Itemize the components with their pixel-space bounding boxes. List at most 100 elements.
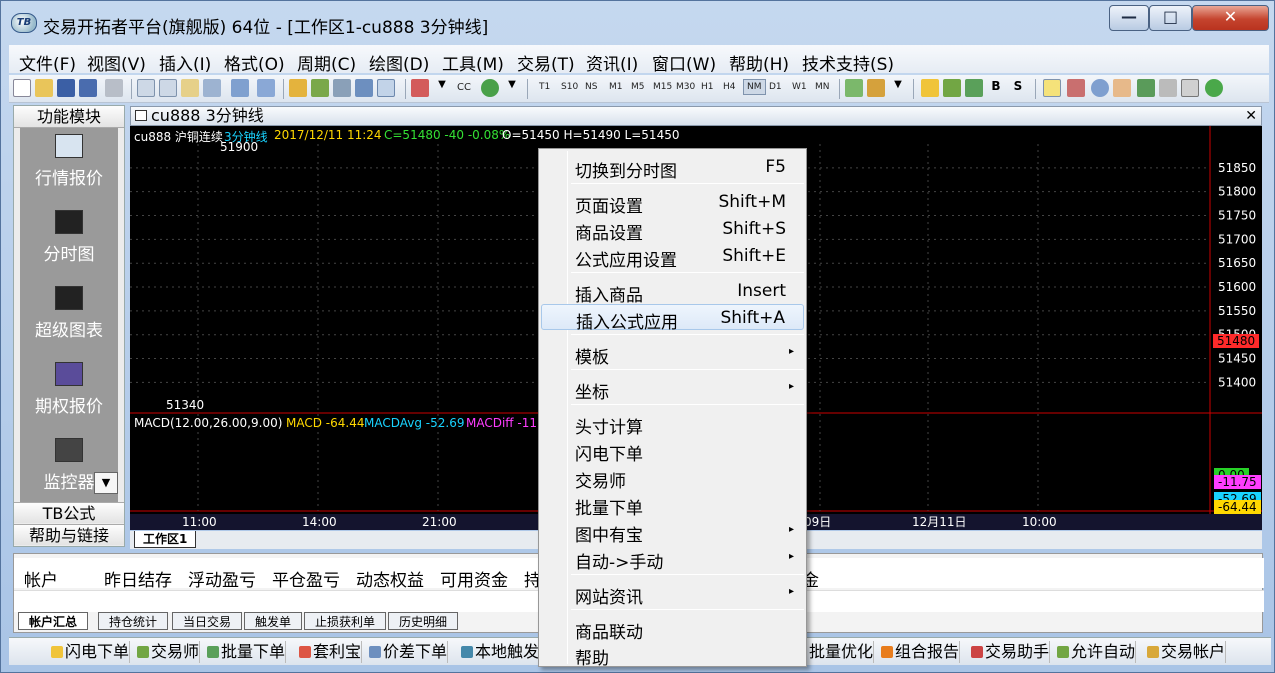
allow-auto-button[interactable]: 允许自动 [1055, 641, 1137, 663]
period-ns[interactable]: NS [585, 82, 597, 92]
crosshair-icon[interactable] [159, 79, 177, 97]
trader-button[interactable]: 交易师 [135, 641, 201, 663]
menu-item-page-setup[interactable]: 页面设置 Shift+M [541, 189, 804, 217]
remove-icon[interactable] [1159, 79, 1177, 97]
s-icon[interactable]: S [1009, 79, 1027, 97]
spread-order-button[interactable]: 价差下单 [367, 641, 449, 663]
tab-position-stats[interactable]: 持仓统计 [98, 612, 169, 630]
trader-icon[interactable] [943, 79, 961, 97]
trade-assistant-button[interactable]: 交易助手 [969, 641, 1051, 663]
menu-insert[interactable]: 插入(I) [159, 50, 211, 75]
period-m15[interactable]: M15 [653, 82, 672, 92]
menu-item-chart-treasure[interactable]: 图中有宝 ▸ [541, 518, 804, 546]
module-timeshare[interactable]: 分时图 [20, 210, 118, 265]
period-w1[interactable]: W1 [792, 82, 807, 92]
module-super-chart[interactable]: 超级图表 [20, 286, 118, 341]
tab-workspace-1[interactable]: 工作区1 [134, 531, 197, 548]
period-m1[interactable]: M1 [609, 82, 623, 92]
tb-formula-tab[interactable]: TB公式 [14, 502, 124, 523]
menu-tools[interactable]: 工具(M) [442, 50, 504, 75]
menu-item-axis[interactable]: 坐标 ▸ [541, 375, 804, 403]
pin-icon[interactable] [1137, 79, 1155, 97]
portfolio-report-button[interactable]: 组合报告 [879, 641, 961, 663]
indicator-dropdown-icon[interactable]: ▼ [503, 79, 521, 97]
period-s10[interactable]: S10 [561, 82, 578, 92]
minimize-button[interactable]: — [1109, 5, 1149, 31]
menu-item-insert-formula[interactable]: 插入公式应用 Shift+A [541, 304, 804, 333]
menu-item-template[interactable]: 模板 ▸ [541, 340, 804, 368]
menu-view[interactable]: 视图(V) [87, 50, 146, 75]
arbitrage-button[interactable]: 套利宝 [297, 641, 363, 663]
bold-b-icon[interactable]: B [987, 79, 1005, 97]
maximize-button[interactable]: □ [1149, 5, 1192, 31]
lock-icon[interactable] [289, 79, 307, 97]
layout-icon[interactable] [137, 79, 155, 97]
table-icon[interactable] [355, 79, 373, 97]
tab-history[interactable]: 历史明细 [388, 612, 459, 630]
trade-account-button[interactable]: 交易帐户 [1145, 641, 1227, 663]
hand-icon[interactable] [1113, 79, 1131, 97]
menu-item-auto-manual[interactable]: 自动->手动 ▸ [541, 545, 804, 573]
chart-type-dropdown-icon[interactable]: ▼ [433, 79, 451, 97]
tab-trigger-orders[interactable]: 触发单 [244, 612, 303, 630]
template-dropdown-icon[interactable]: ▼ [889, 79, 907, 97]
menu-item-symbol-setup[interactable]: 商品设置 Shift+S [541, 216, 804, 244]
menu-item-position-calc[interactable]: 头寸计算 [541, 410, 804, 438]
menu-support[interactable]: 技术支持(S) [802, 50, 894, 75]
menu-item-switch-timeshare[interactable]: 切换到分时图 F5 [541, 154, 804, 182]
trend-line-icon[interactable] [845, 79, 863, 97]
period-mn[interactable]: MN [815, 82, 830, 92]
module-dropdown-icon[interactable]: ▼ [94, 472, 118, 494]
box-icon[interactable] [1181, 79, 1199, 97]
save-all-icon[interactable] [79, 79, 97, 97]
menu-item-symbol-link[interactable]: 商品联动 [541, 615, 804, 643]
batch-order-button[interactable]: 批量下单 [205, 641, 287, 663]
module-option-quotes[interactable]: 期权报价 [20, 362, 118, 417]
refresh-icon[interactable] [1205, 79, 1223, 97]
period-nm[interactable]: NM [743, 79, 766, 95]
menu-info[interactable]: 资讯(I) [586, 50, 638, 75]
period-h4[interactable]: H4 [723, 82, 736, 92]
calculator-icon[interactable] [333, 79, 351, 97]
menu-item-batch-order[interactable]: 批量下单 [541, 491, 804, 519]
flash-order-button[interactable]: 闪电下单 [49, 641, 131, 663]
template-icon[interactable] [867, 79, 885, 97]
panel-icon[interactable] [377, 79, 395, 97]
chart-type-icon[interactable] [411, 79, 429, 97]
print-icon[interactable] [105, 79, 123, 97]
cc-button[interactable]: CC [457, 82, 471, 93]
menu-item-web-news[interactable]: 网站资讯 ▸ [541, 580, 804, 608]
user-icon[interactable] [311, 79, 329, 97]
period-h1[interactable]: H1 [701, 82, 714, 92]
period-t1[interactable]: T1 [539, 82, 550, 92]
lightning-icon[interactable] [921, 79, 939, 97]
tab-stop-orders[interactable]: 止损获利单 [304, 612, 387, 630]
menu-draw[interactable]: 绘图(D) [369, 50, 429, 75]
period-m5[interactable]: M5 [631, 82, 645, 92]
menu-item-trader[interactable]: 交易师 [541, 464, 804, 492]
export-icon[interactable] [257, 79, 275, 97]
cart-icon[interactable] [965, 79, 983, 97]
save-icon[interactable] [57, 79, 75, 97]
close-button[interactable]: ✕ [1192, 5, 1269, 31]
menu-window[interactable]: 窗口(W) [652, 50, 716, 75]
menu-item-insert-symbol[interactable]: 插入商品 Insert [541, 278, 804, 306]
help-links-tab[interactable]: 帮助与链接 [14, 524, 124, 545]
indicator-icon[interactable] [481, 79, 499, 97]
alert-icon[interactable] [1067, 79, 1085, 97]
menu-format[interactable]: 格式(O) [224, 50, 285, 75]
menu-item-flash-order[interactable]: 闪电下单 [541, 437, 804, 465]
period-d1[interactable]: D1 [769, 82, 782, 92]
tab-account-summary[interactable]: 帐户汇总 [18, 612, 89, 630]
menu-file[interactable]: 文件(F) [19, 50, 76, 75]
menu-item-help[interactable]: 帮助 [541, 641, 804, 669]
new-file-icon[interactable] [13, 79, 31, 97]
keyboard-icon[interactable] [203, 79, 221, 97]
open-folder-icon[interactable] [35, 79, 53, 97]
window-icon[interactable] [231, 79, 249, 97]
menu-help[interactable]: 帮助(H) [729, 50, 789, 75]
module-quotes[interactable]: 行情报价 [20, 134, 118, 189]
menu-trade[interactable]: 交易(T) [517, 50, 575, 75]
tab-today-trades[interactable]: 当日交易 [172, 612, 243, 630]
period-m30[interactable]: M30 [676, 82, 695, 92]
